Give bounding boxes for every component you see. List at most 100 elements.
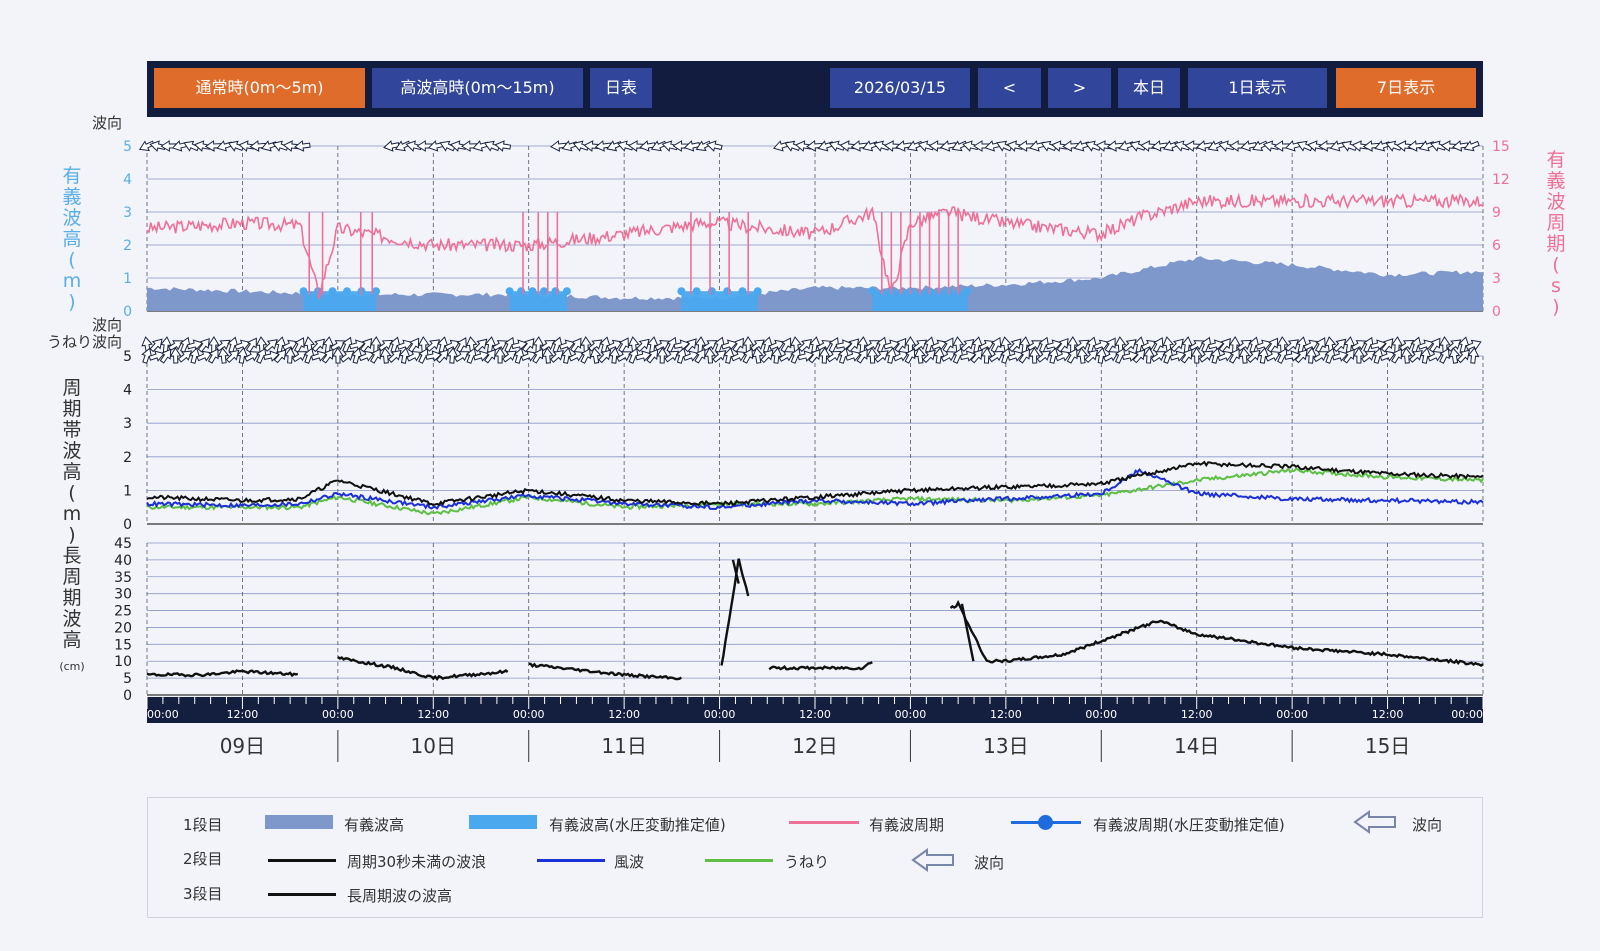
direction-arrow-icon [1451, 140, 1469, 152]
legend-long-label: 長周期波の波高 [347, 887, 453, 905]
timeline-time-label: 12:00 [990, 708, 1022, 721]
timeline-time-label: 00:00 [704, 708, 736, 721]
day-label: 09日 [220, 734, 265, 758]
legend-swell-label: うねり [784, 853, 830, 871]
panel1-right-axis-label-char: s [1551, 275, 1561, 297]
panel1-right-axis-label-char: 周 [1546, 212, 1565, 234]
panel1-right-axis-label-char: ( [1552, 254, 1559, 276]
timeline-time-label: 12:00 [608, 708, 640, 721]
swell-direction-arrow-icon [332, 347, 344, 364]
swell-direction-arrow-icon [494, 347, 507, 364]
legend-wind-swatch [537, 859, 605, 862]
legend-period-label: 有義波周期 [869, 816, 945, 834]
panel3-tick: 45 [114, 536, 132, 552]
panel3-tick: 10 [114, 654, 132, 670]
panel1-right-axis-label: 有義波周期(s) [1546, 149, 1565, 318]
panel3-axis-label-char: 期 [62, 587, 81, 609]
legend-dir1-label: 波向 [1412, 816, 1443, 834]
panel1-left-tick: 5 [123, 139, 132, 155]
swell-direction-arrow-icon [1190, 347, 1203, 364]
panel2-tick: 2 [123, 450, 132, 466]
panel1-left-axis-label-char: ) [68, 291, 75, 313]
legend-long-swatch [268, 893, 336, 896]
panel1-left-tick: 1 [123, 271, 132, 287]
panel1-left-axis-label: 有義波高(m) [62, 165, 81, 313]
timeline-time-label: 12:00 [799, 708, 831, 721]
date-field[interactable]: 2026/03/15 [830, 68, 970, 108]
panel1-right-axis-label-char: 波 [1546, 191, 1565, 213]
seven-day-button[interactable]: 7日表示 [1336, 68, 1476, 108]
panel2-tick: 5 [123, 349, 132, 365]
wave-period-est-dot [738, 287, 747, 296]
wave-period-est-dot [551, 287, 560, 296]
wave-period-est-dot [328, 287, 337, 296]
timeline-time-label: 00:00 [895, 708, 927, 721]
panel3-tick: 20 [114, 620, 132, 636]
wave-period-est-dot [539, 287, 548, 296]
day-label: 12日 [792, 734, 837, 758]
panel1-right-tick: 15 [1492, 139, 1510, 155]
panel2-direction-label: 波向 [92, 316, 122, 334]
panel1-left-tick: 4 [123, 172, 132, 188]
legend-under30-swatch [268, 859, 336, 862]
today-button[interactable]: 本日 [1118, 68, 1180, 108]
legend-period-swatch [789, 821, 859, 824]
day-label: 11日 [601, 734, 646, 758]
wave-period-est-dot [528, 287, 537, 296]
legend-wind-label: 風波 [614, 853, 645, 871]
panel2-axis-label-char: 高 [62, 461, 81, 483]
panel2-tick: 0 [123, 517, 132, 533]
timeline-time-label: 00:00 [147, 708, 179, 721]
panel1-right-tick: 6 [1492, 238, 1501, 254]
legend-period-est-dot [1038, 815, 1053, 830]
panel1-right-tick: 0 [1492, 304, 1501, 320]
panel1-right-tick: 9 [1492, 205, 1501, 221]
panel2-axis-label-char: 期 [62, 398, 81, 420]
direction-arrow-icon [1240, 140, 1258, 152]
panel2-axis-label-char: m [63, 503, 82, 525]
wave-period-est-dot [868, 287, 877, 296]
wave-period-est-dot [677, 287, 686, 296]
panel1-left-tick: 3 [123, 205, 132, 221]
legend-period-est-swatch [1011, 815, 1081, 830]
panel3-tick: 40 [114, 553, 132, 569]
wave-period-est-dot [505, 287, 514, 296]
prev-button[interactable]: < [978, 68, 1041, 108]
wave-period-est-dot [562, 287, 571, 296]
day-label: 13日 [983, 734, 1028, 758]
table-button[interactable]: 日表 [590, 68, 652, 108]
panel3-unit-label: (cm) [59, 660, 84, 673]
legend-height-est-swatch [469, 815, 537, 829]
legend-swell-swatch [705, 859, 773, 862]
next-button[interactable]: > [1048, 68, 1111, 108]
one-day-button[interactable]: 1日表示 [1188, 68, 1327, 108]
panel3-tick: 0 [123, 688, 132, 704]
swell-direction-arrow-icon [656, 347, 669, 364]
legend-row3-label: 3段目 [183, 885, 223, 903]
wave-period-est-dot [723, 287, 732, 296]
panel2-axis-label-char: ( [68, 482, 75, 504]
panel1-right-tick: 12 [1492, 172, 1510, 188]
arrow-left-icon [911, 848, 955, 876]
panel2-axis-label-char: 波 [62, 440, 81, 462]
panel3-tick: 25 [114, 604, 132, 620]
wave-period-est-dot [753, 287, 762, 296]
panel1-left-axis-label-char: m [63, 270, 82, 292]
legend-dir2-label: 波向 [974, 854, 1005, 872]
high-range-button[interactable]: 高波高時(0m〜15m) [372, 68, 583, 108]
timeline-time-label: 00:00 [1451, 708, 1483, 721]
panel1-left-axis-label-char: ( [68, 249, 75, 271]
normal-range-button[interactable]: 通常時(0m〜5m) [154, 68, 365, 108]
panel1-left-tick: 2 [123, 238, 132, 254]
legend-under30-label: 周期30秒未満の波浪 [347, 853, 487, 871]
wave-period-est-dot [343, 287, 352, 296]
panel2-axis-label-char: ) [68, 524, 75, 546]
legend-height-est-label: 有義波高(水圧変動推定値) [549, 816, 726, 834]
arrow-left-icon [1353, 810, 1397, 838]
legend-height-swatch [265, 815, 333, 829]
panel2-tick: 3 [123, 416, 132, 432]
day-label: 14日 [1174, 734, 1219, 758]
timeline-time-label: 00:00 [513, 708, 545, 721]
swell-direction-arrow-icon [1352, 347, 1365, 364]
timeline-time-label: 12:00 [417, 708, 449, 721]
